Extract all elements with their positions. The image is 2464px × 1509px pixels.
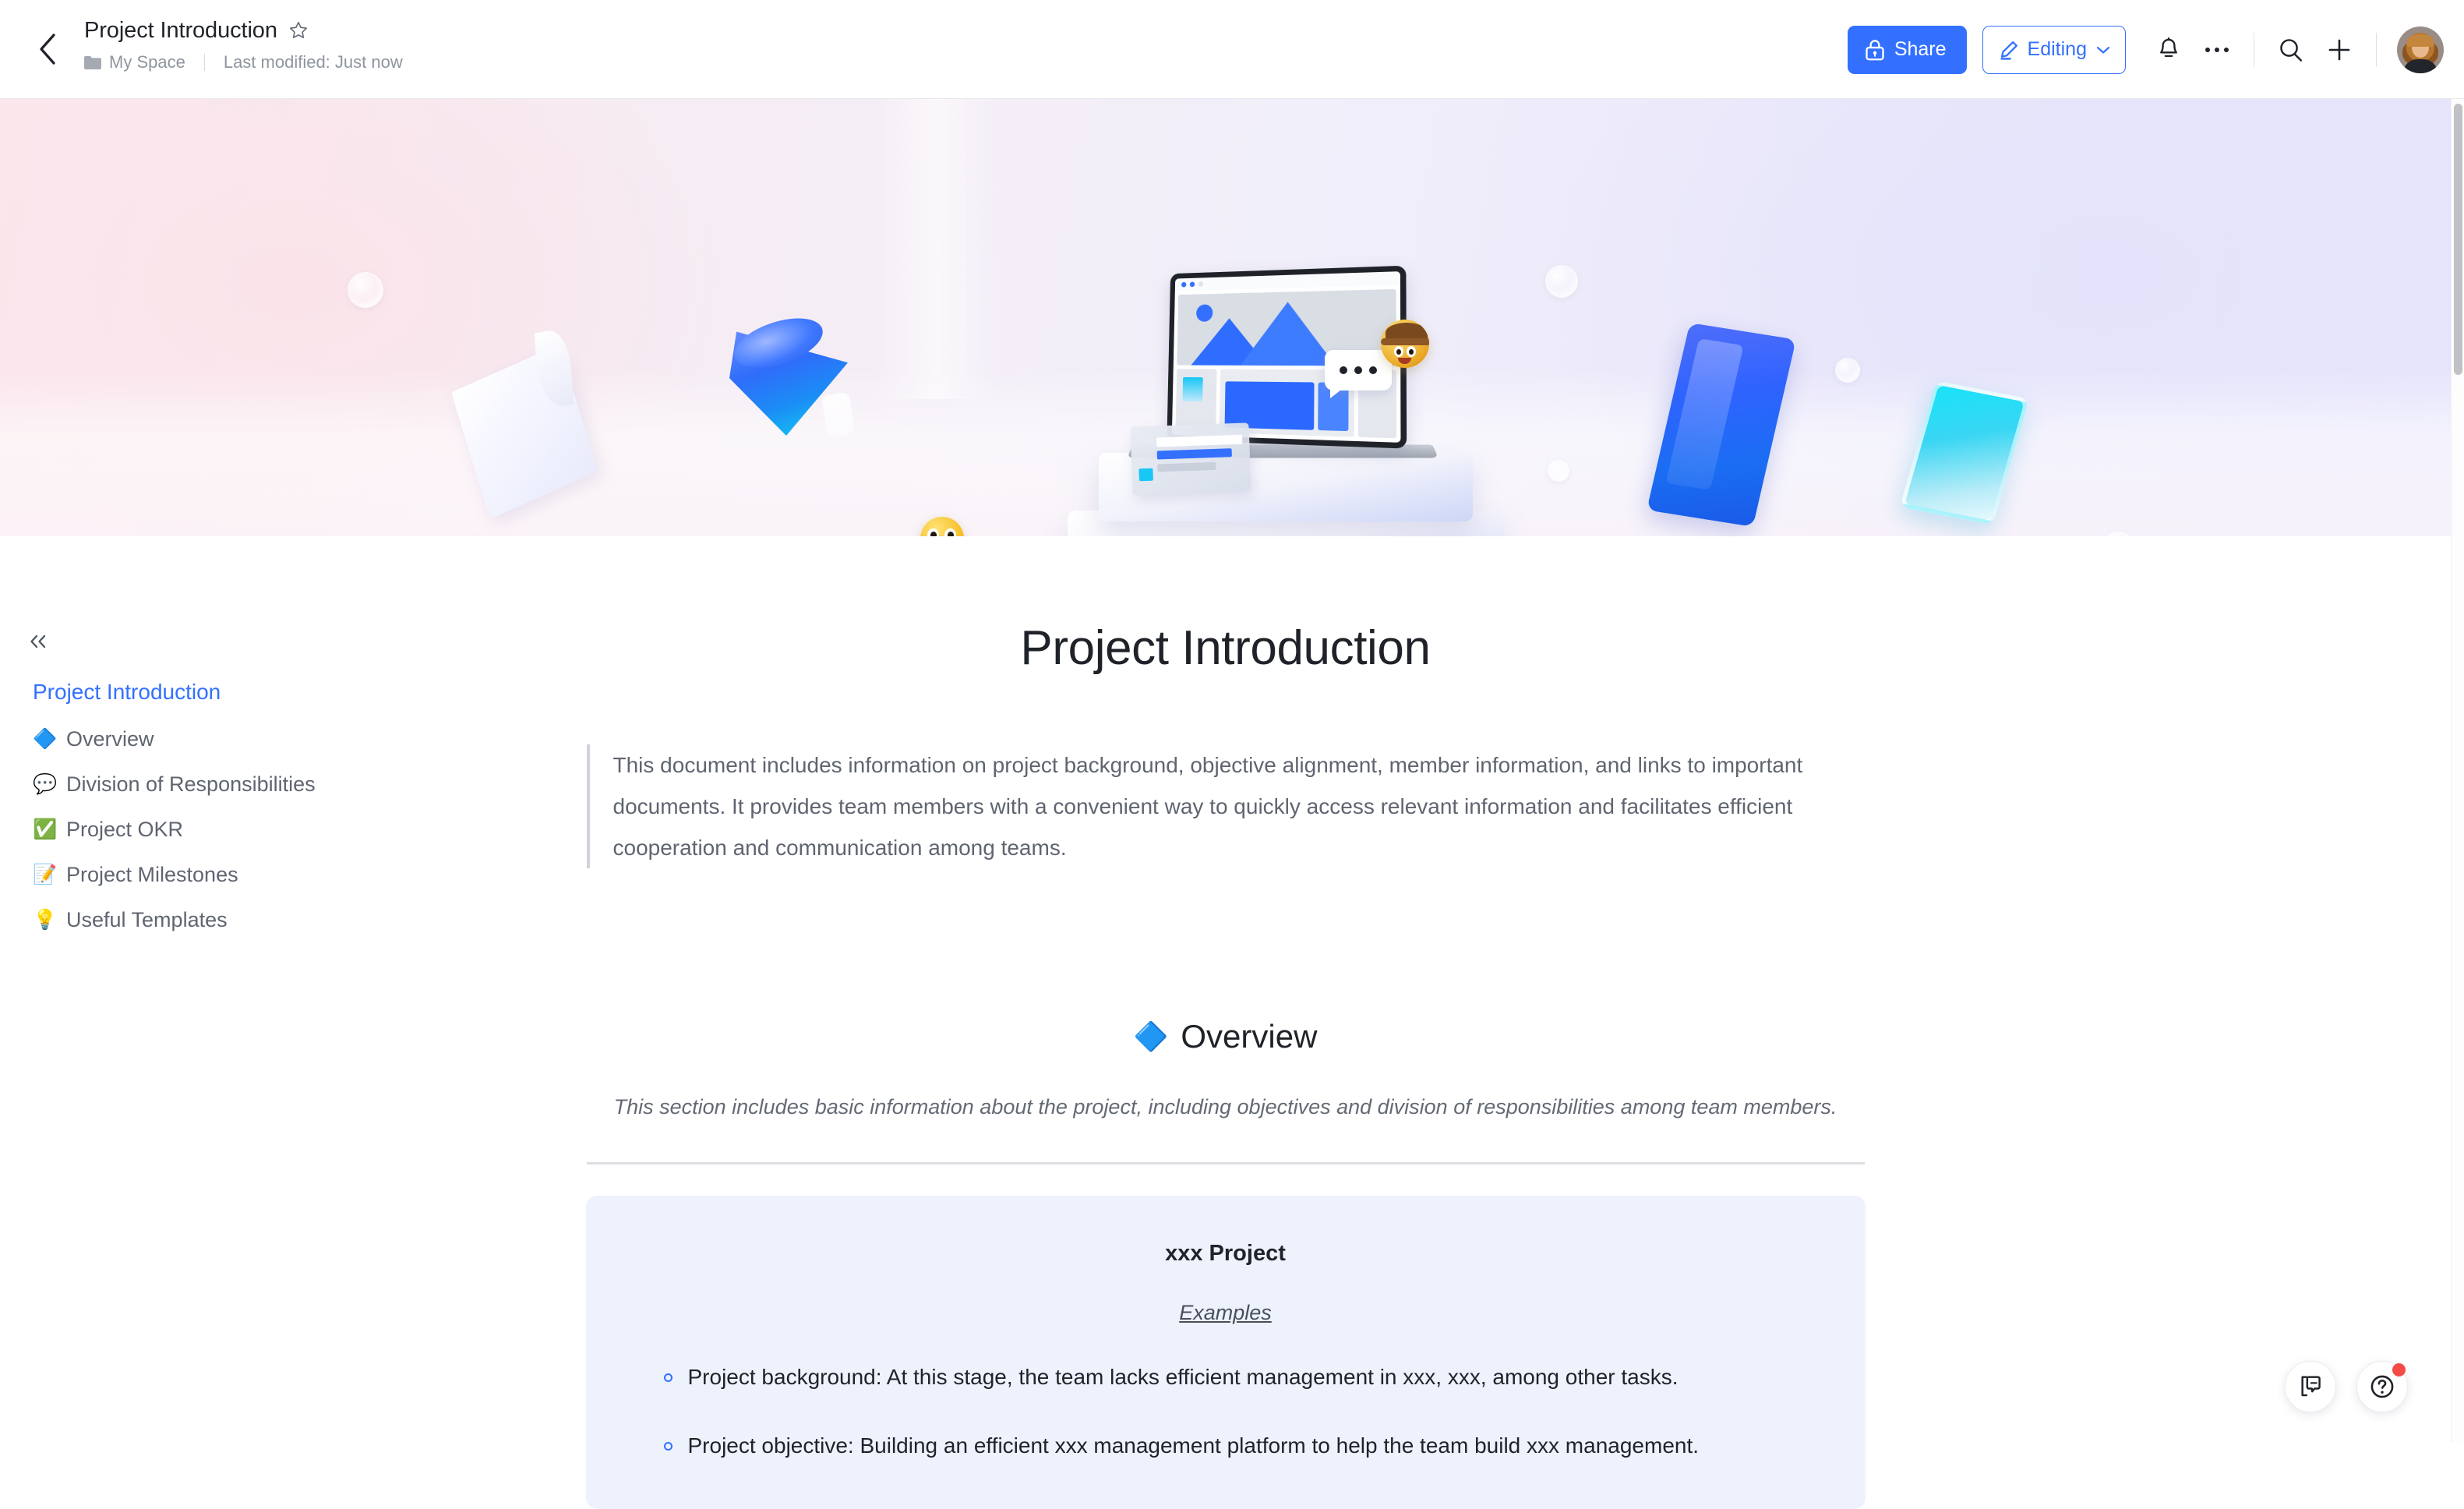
document-cover-image[interactable]	[0, 99, 2451, 536]
add-button[interactable]	[2315, 26, 2363, 74]
callout-subtitle: Examples	[630, 1301, 1822, 1325]
document-heading: Project Introduction	[0, 620, 2451, 676]
page-title: Project Introduction	[84, 17, 277, 44]
avatar[interactable]	[2397, 27, 2444, 73]
star-icon[interactable]	[288, 20, 309, 41]
detective-emoji	[1381, 320, 1429, 368]
screen-mountain-shape	[1241, 301, 1336, 366]
lock-icon	[1865, 39, 1885, 61]
window-dot	[1190, 281, 1195, 287]
toolbar-divider-2	[2376, 33, 2377, 67]
emoji-hat-brim	[1381, 338, 1429, 345]
comment-panel-button[interactable]	[2285, 1361, 2336, 1412]
meta-divider	[204, 54, 205, 71]
emoji-eye	[927, 528, 939, 536]
document-title-block: Project Introduction My Space Last modif…	[84, 17, 403, 72]
laptop-illustration	[1085, 269, 1521, 536]
bullet-marker-icon	[664, 1442, 672, 1451]
section-heading-label: Overview	[1181, 1018, 1317, 1055]
blue-diamond-emoji: 🔷	[1134, 1020, 1169, 1053]
mini-window-square	[1138, 468, 1153, 482]
section-heading-overview: 🔷 Overview	[0, 1018, 2451, 1055]
editing-label: Editing	[2028, 38, 2087, 61]
pencil-icon	[1999, 40, 2019, 60]
emoji-eye	[1394, 346, 1403, 357]
horizontal-divider	[587, 1162, 1865, 1164]
callout-block[interactable]: xxx Project Examples Project background:…	[586, 1196, 1866, 1509]
bubble-decoration	[1545, 265, 1578, 298]
header-actions: Share Editing	[1848, 0, 2444, 99]
window-dot	[1198, 281, 1204, 287]
list-item-text: Project objective: Building an efficient…	[688, 1429, 1700, 1462]
bullet-marker-icon	[664, 1373, 672, 1382]
app-header: Project Introduction My Space Last modif…	[0, 0, 2464, 99]
bubble-decoration	[1835, 358, 1860, 383]
notifications-button[interactable]	[2145, 26, 2193, 74]
chevron-down-icon	[2095, 44, 2111, 55]
search-button[interactable]	[2267, 26, 2315, 74]
space-chip[interactable]: My Space	[84, 52, 185, 72]
folder-icon	[84, 55, 101, 69]
breadcrumb: My Space Last modified: Just now	[84, 52, 403, 72]
chat-dot	[1340, 366, 1347, 374]
intro-quote-text: This document includes information on pr…	[613, 744, 1865, 868]
more-horizontal-icon	[2205, 45, 2229, 55]
bell-icon	[2157, 37, 2180, 62]
floating-window-decoration	[1131, 422, 1251, 495]
document-body: Project Introduction This document inclu…	[0, 536, 2451, 1509]
help-button[interactable]	[2356, 1361, 2408, 1412]
bubble-decoration	[348, 272, 383, 308]
mini-window-bar	[1157, 462, 1216, 472]
help-circle-icon	[2369, 1373, 2395, 1400]
list-item[interactable]: Project background: At this stage, the t…	[630, 1361, 1822, 1394]
callout-title: xxx Project	[630, 1241, 1822, 1267]
share-label: Share	[1894, 38, 1947, 61]
list-item[interactable]: Project objective: Building an efficient…	[630, 1429, 1822, 1462]
list-item-text: Project background: At this stage, the t…	[688, 1361, 1679, 1394]
screen-panel-left	[1176, 369, 1217, 433]
floating-action-buttons	[2285, 1361, 2408, 1412]
space-name: My Space	[109, 52, 185, 72]
section-subtitle: This section includes basic information …	[610, 1087, 1841, 1128]
window-dot	[1181, 282, 1186, 288]
editing-mode-button[interactable]: Editing	[1982, 26, 2126, 74]
chat-bubble-decoration	[1325, 350, 1392, 391]
vertical-scrollbar[interactable]	[2451, 99, 2464, 1442]
cover-pillar	[879, 99, 994, 399]
chat-dot	[1354, 366, 1362, 374]
plus-icon	[2327, 37, 2352, 62]
emoji-mouth	[1398, 358, 1411, 364]
share-button[interactable]: Share	[1848, 26, 1967, 74]
emoji-eye	[1407, 346, 1416, 357]
last-modified-label: Last modified: Just now	[224, 52, 403, 72]
emoji-eye	[944, 528, 956, 536]
intro-quote-block[interactable]: This document includes information on pr…	[587, 744, 1865, 868]
chevron-left-icon	[37, 33, 58, 65]
more-options-button[interactable]	[2193, 26, 2241, 74]
notification-badge	[2392, 1363, 2406, 1376]
mini-window-bar	[1157, 448, 1233, 459]
avatar-hair-front	[2407, 34, 2434, 47]
bubble-decoration	[1548, 460, 1569, 482]
search-icon	[2279, 37, 2303, 62]
mini-window-bar	[1156, 435, 1242, 447]
back-button[interactable]	[23, 25, 72, 73]
comment-panel-icon	[2298, 1374, 2323, 1399]
scrollbar-thumb[interactable]	[2454, 104, 2462, 375]
chat-dot	[1369, 366, 1377, 374]
